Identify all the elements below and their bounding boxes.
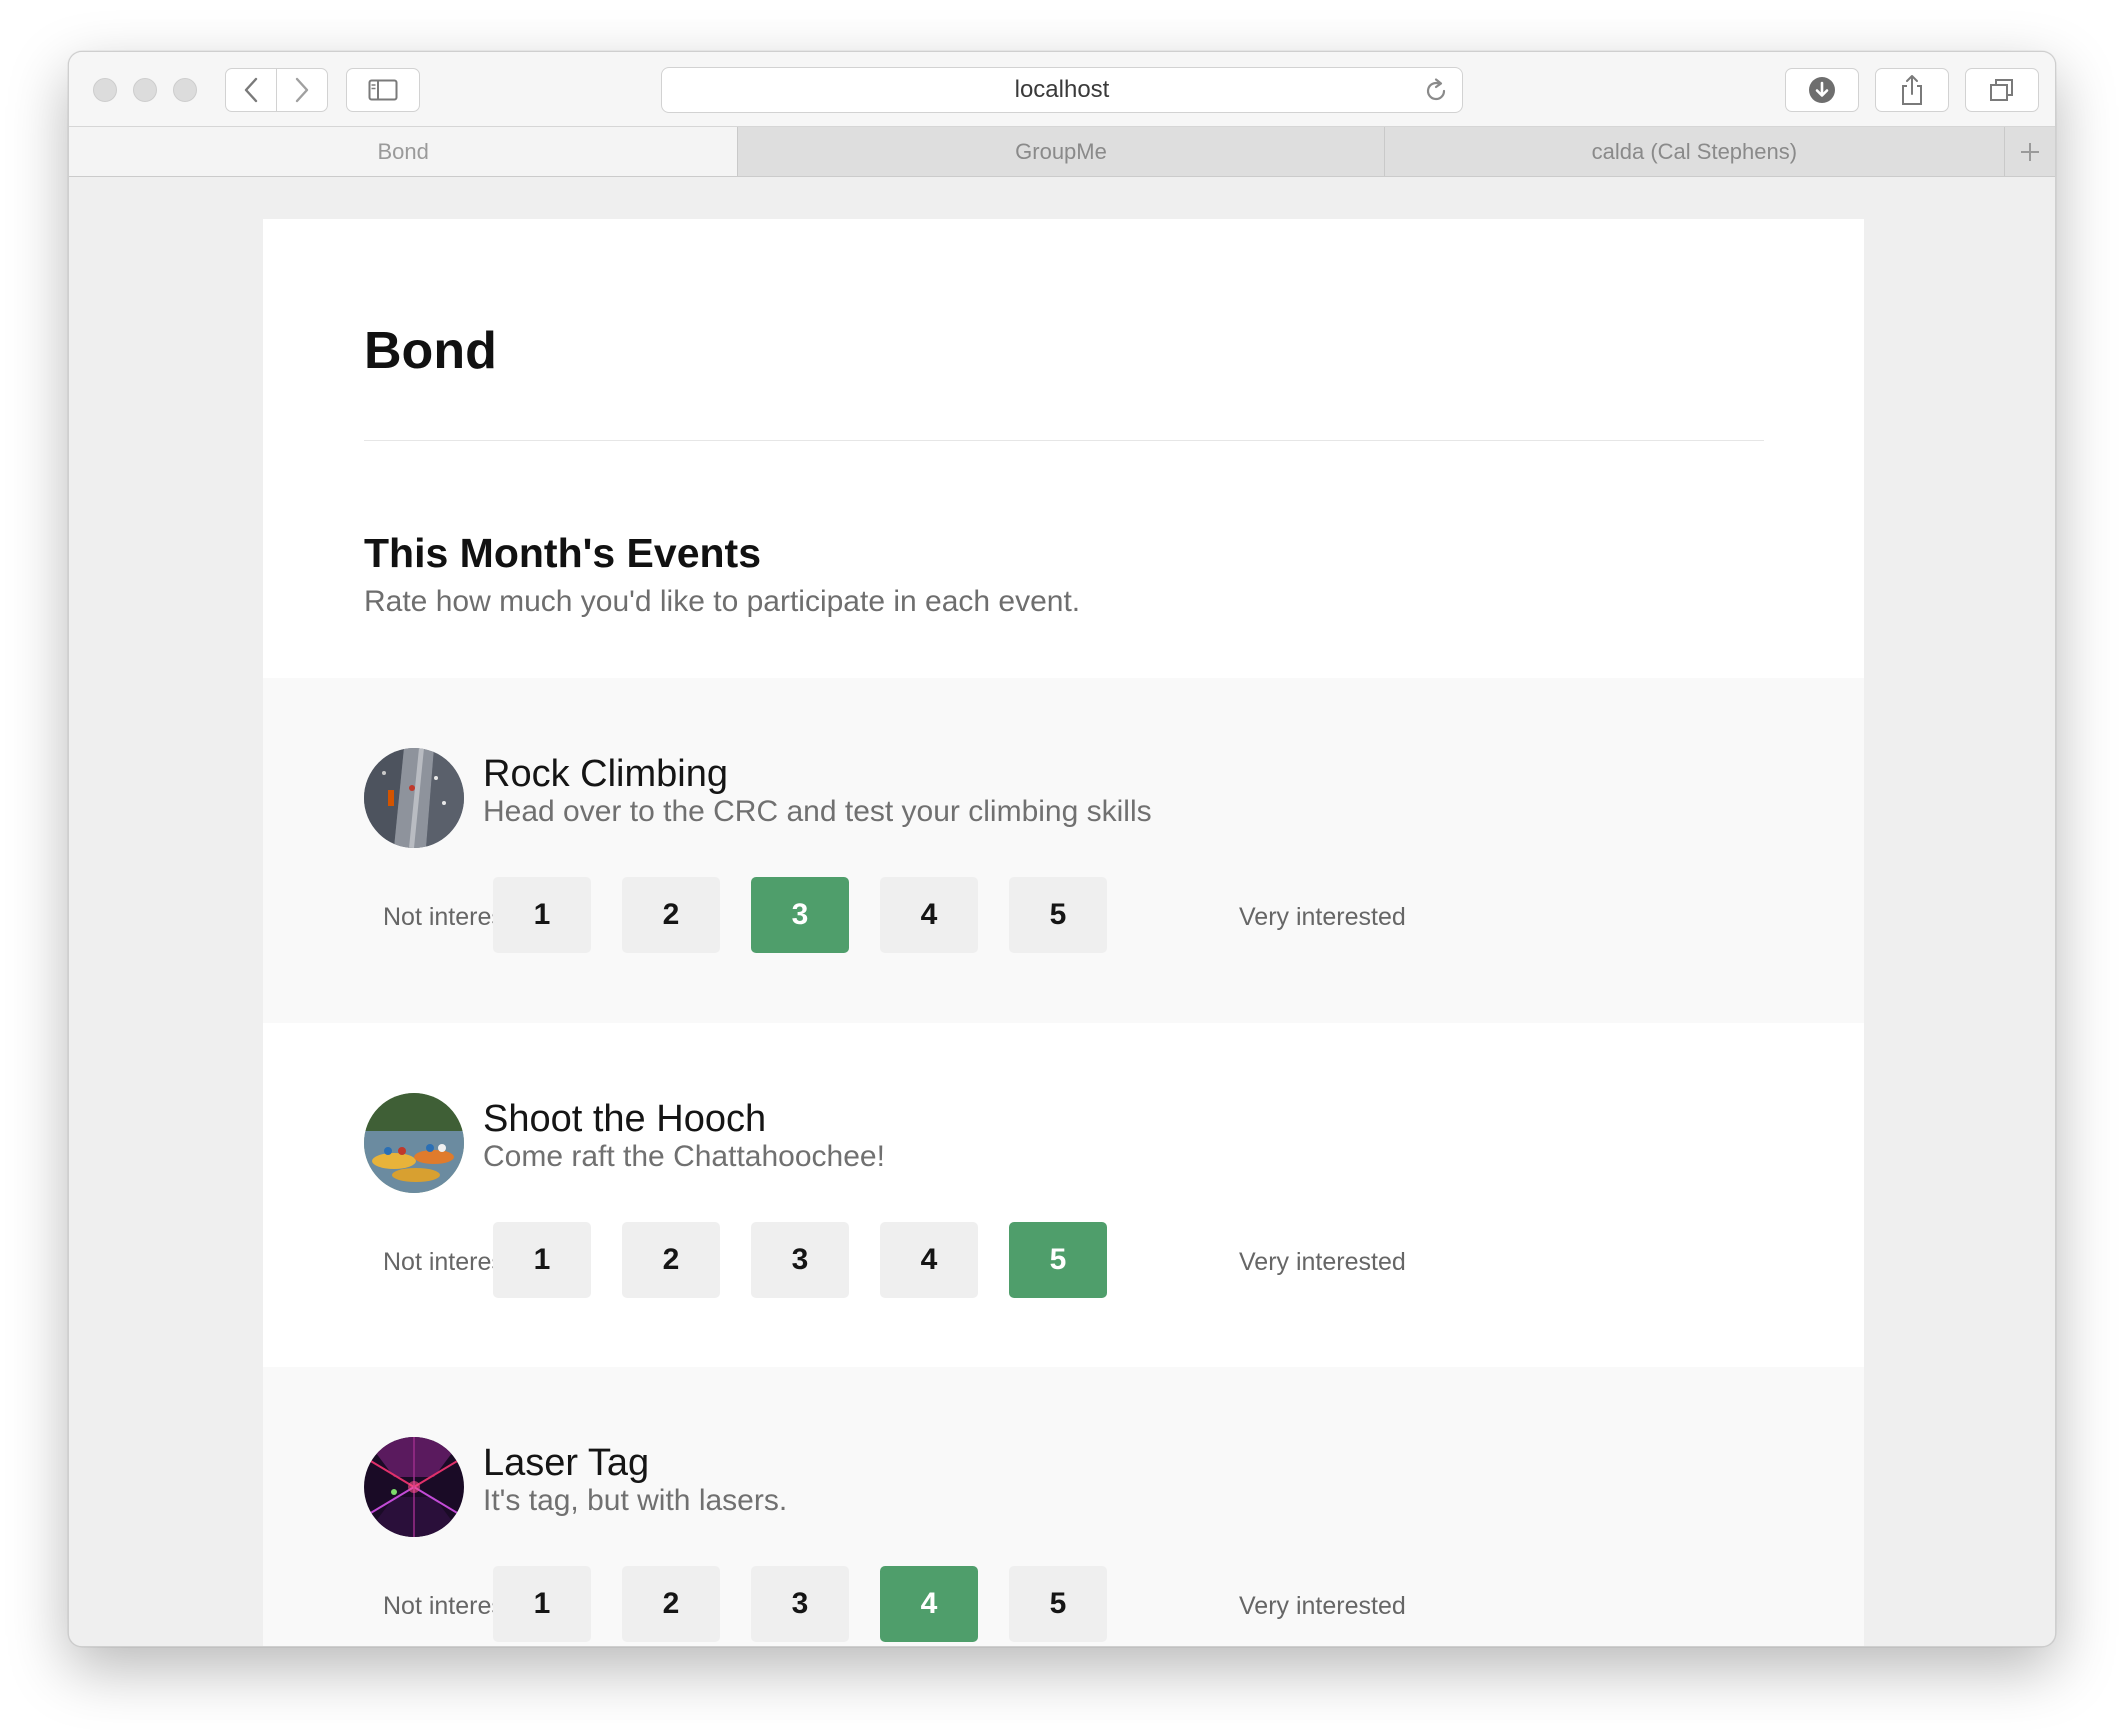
event-card-shoot-the-hooch: Shoot the Hooch Come raft the Chattahooc… [263,1023,1864,1368]
rating-button-5[interactable]: 5 [1009,877,1107,953]
browser-toolbar: localhost [69,52,2055,127]
tab-calda[interactable]: calda (Cal Stephens) [1385,127,2006,176]
chevron-right-icon [295,77,309,103]
event-card-rock-climbing: Rock Climbing Head over to the CRC and t… [263,678,1864,1023]
rating-button-1[interactable]: 1 [493,1222,591,1298]
plus-icon [2021,142,2040,161]
tab-label: Bond [377,138,429,164]
forward-button[interactable] [276,68,328,112]
section-subtitle: Rate how much you'd like to participate … [364,585,1081,618]
event-description: Head over to the CRC and test your climb… [483,795,1152,828]
rating-button-5[interactable]: 5 [1009,1222,1107,1298]
minimize-window-button[interactable] [133,78,157,102]
scale-high-label: Very interested [1239,1248,1406,1276]
chevron-left-icon [244,77,258,103]
scale-high-label: Very interested [1239,1592,1406,1620]
rating-button-4[interactable]: 4 [880,877,978,953]
event-avatar-rock-climbing [364,748,464,848]
share-icon [1902,75,1922,105]
sidebar-icon [368,79,398,101]
rating-button-2[interactable]: 2 [622,877,720,953]
rating-button-4[interactable]: 4 [880,1222,978,1298]
scale-high-label: Very interested [1239,903,1406,931]
tab-label: calda (Cal Stephens) [1591,138,1798,164]
tabs-overview-button[interactable] [1965,68,2039,112]
rating-button-3[interactable]: 3 [751,1222,849,1298]
header-divider [364,440,1764,441]
app-title: Bond [364,322,497,380]
tab-bond[interactable]: Bond [69,127,739,176]
back-button[interactable] [225,68,277,112]
event-card-laser-tag: Laser Tag It's tag, but with lasers. Not… [263,1367,1864,1646]
rating-button-4[interactable]: 4 [880,1566,978,1642]
tab-bar: Bond GroupMe calda (Cal Stephens) [69,127,2055,177]
address-text: localhost [1014,76,1110,103]
rating-button-2[interactable]: 2 [622,1222,720,1298]
event-description: It's tag, but with lasers. [483,1484,788,1517]
rating-button-3[interactable]: 3 [751,1566,849,1642]
rating-button-3[interactable]: 3 [751,877,849,953]
event-name: Rock Climbing [483,753,728,795]
download-icon [1809,77,1835,103]
event-avatar-shoot-the-hooch [364,1093,464,1193]
laser-tag-arena-image [364,1437,464,1537]
new-tab-button[interactable] [2005,127,2055,176]
rating-button-5[interactable]: 5 [1009,1566,1107,1642]
rating-button-1[interactable]: 1 [493,1566,591,1642]
tab-groupme[interactable]: GroupMe [738,127,1385,176]
share-button[interactable] [1875,68,1949,112]
page-card: Bond This Month's Events Rate how much y… [263,219,1864,1646]
tabs-icon [1990,79,2013,101]
downloads-button[interactable] [1785,68,1859,112]
section-title: This Month's Events [364,530,762,576]
rating-button-1[interactable]: 1 [493,877,591,953]
browser-window: localhost Bond GroupMe calda (Cal Stephe… [68,51,2056,1647]
climbing-wall-image [364,748,464,848]
web-viewport: Bond This Month's Events Rate how much y… [69,178,2055,1646]
zoom-window-button[interactable] [173,78,197,102]
tab-label: GroupMe [1015,138,1107,164]
event-avatar-laser-tag [364,1437,464,1537]
sidebar-toggle-button[interactable] [346,68,420,112]
event-name: Shoot the Hooch [483,1098,767,1140]
event-name: Laser Tag [483,1442,650,1484]
rafting-image [364,1093,464,1193]
event-description: Come raft the Chattahoochee! [483,1140,885,1173]
reload-icon[interactable] [1422,77,1450,105]
close-window-button[interactable] [93,78,117,102]
address-bar[interactable]: localhost [661,67,1463,113]
rating-button-2[interactable]: 2 [622,1566,720,1642]
